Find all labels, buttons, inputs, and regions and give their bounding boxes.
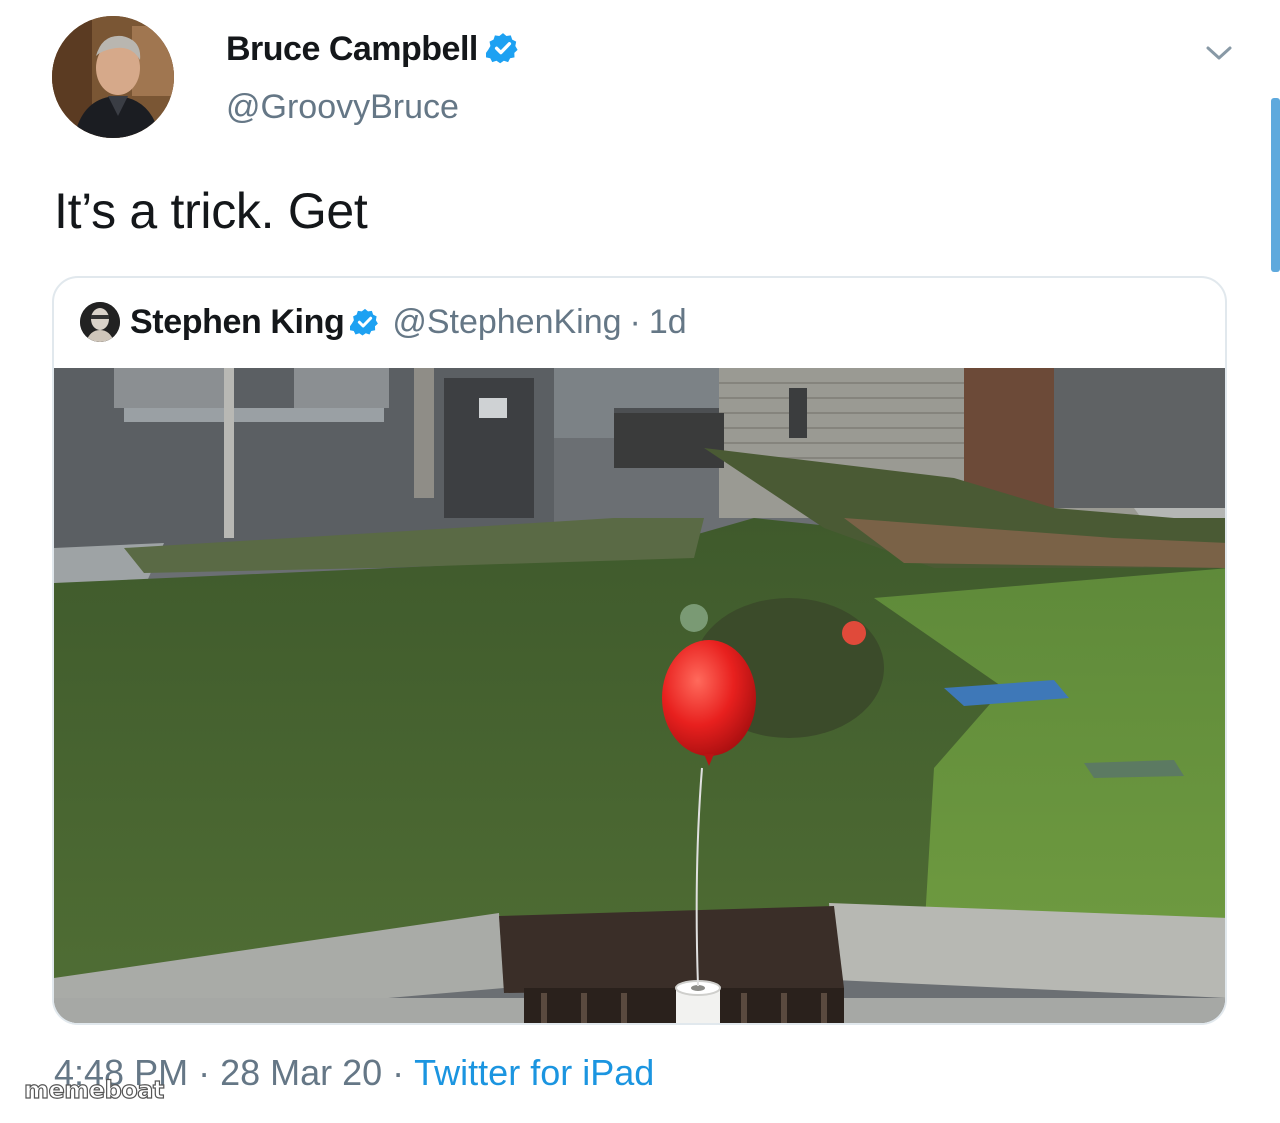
quoted-author-avatar[interactable]	[80, 302, 120, 342]
meta-separator-1: ·	[188, 1052, 221, 1093]
quoted-tweet-age[interactable]: 1d	[649, 303, 687, 342]
tweet-text: It’s a trick. Get	[54, 183, 368, 239]
red-balloon-icon	[662, 640, 756, 756]
quoted-author-handle[interactable]: @StephenKing	[392, 303, 621, 342]
watermark-text: memeboat	[23, 1075, 165, 1104]
quoted-tweet-card[interactable]: Stephen King @StephenKing · 1d	[52, 276, 1227, 1025]
quoted-separator-dot: ·	[629, 302, 641, 341]
tweet-date[interactable]: 28 Mar 20	[220, 1052, 382, 1094]
author-avatar-image	[52, 16, 174, 138]
quoted-author-display-name[interactable]: Stephen King	[130, 303, 345, 342]
author-display-name[interactable]: Bruce Campbell	[226, 30, 478, 68]
tweet-source-link[interactable]: Twitter for iPad	[414, 1052, 654, 1094]
author-handle[interactable]: @GroovyBruce	[226, 88, 459, 127]
author-avatar[interactable]	[52, 16, 174, 138]
author-name-row[interactable]: Bruce Campbell	[226, 30, 520, 69]
verified-badge-icon	[485, 33, 518, 64]
quoted-tweet-photo[interactable]	[54, 368, 1227, 1025]
meta-separator-2: ·	[382, 1052, 415, 1093]
quoted-tweet-header: Stephen King @StephenKing · 1d	[80, 300, 687, 344]
tweet-menu-chevron-down-icon[interactable]	[1205, 44, 1233, 67]
quoted-verified-badge-icon	[350, 308, 379, 336]
scrollbar-thumb[interactable]	[1271, 98, 1280, 272]
